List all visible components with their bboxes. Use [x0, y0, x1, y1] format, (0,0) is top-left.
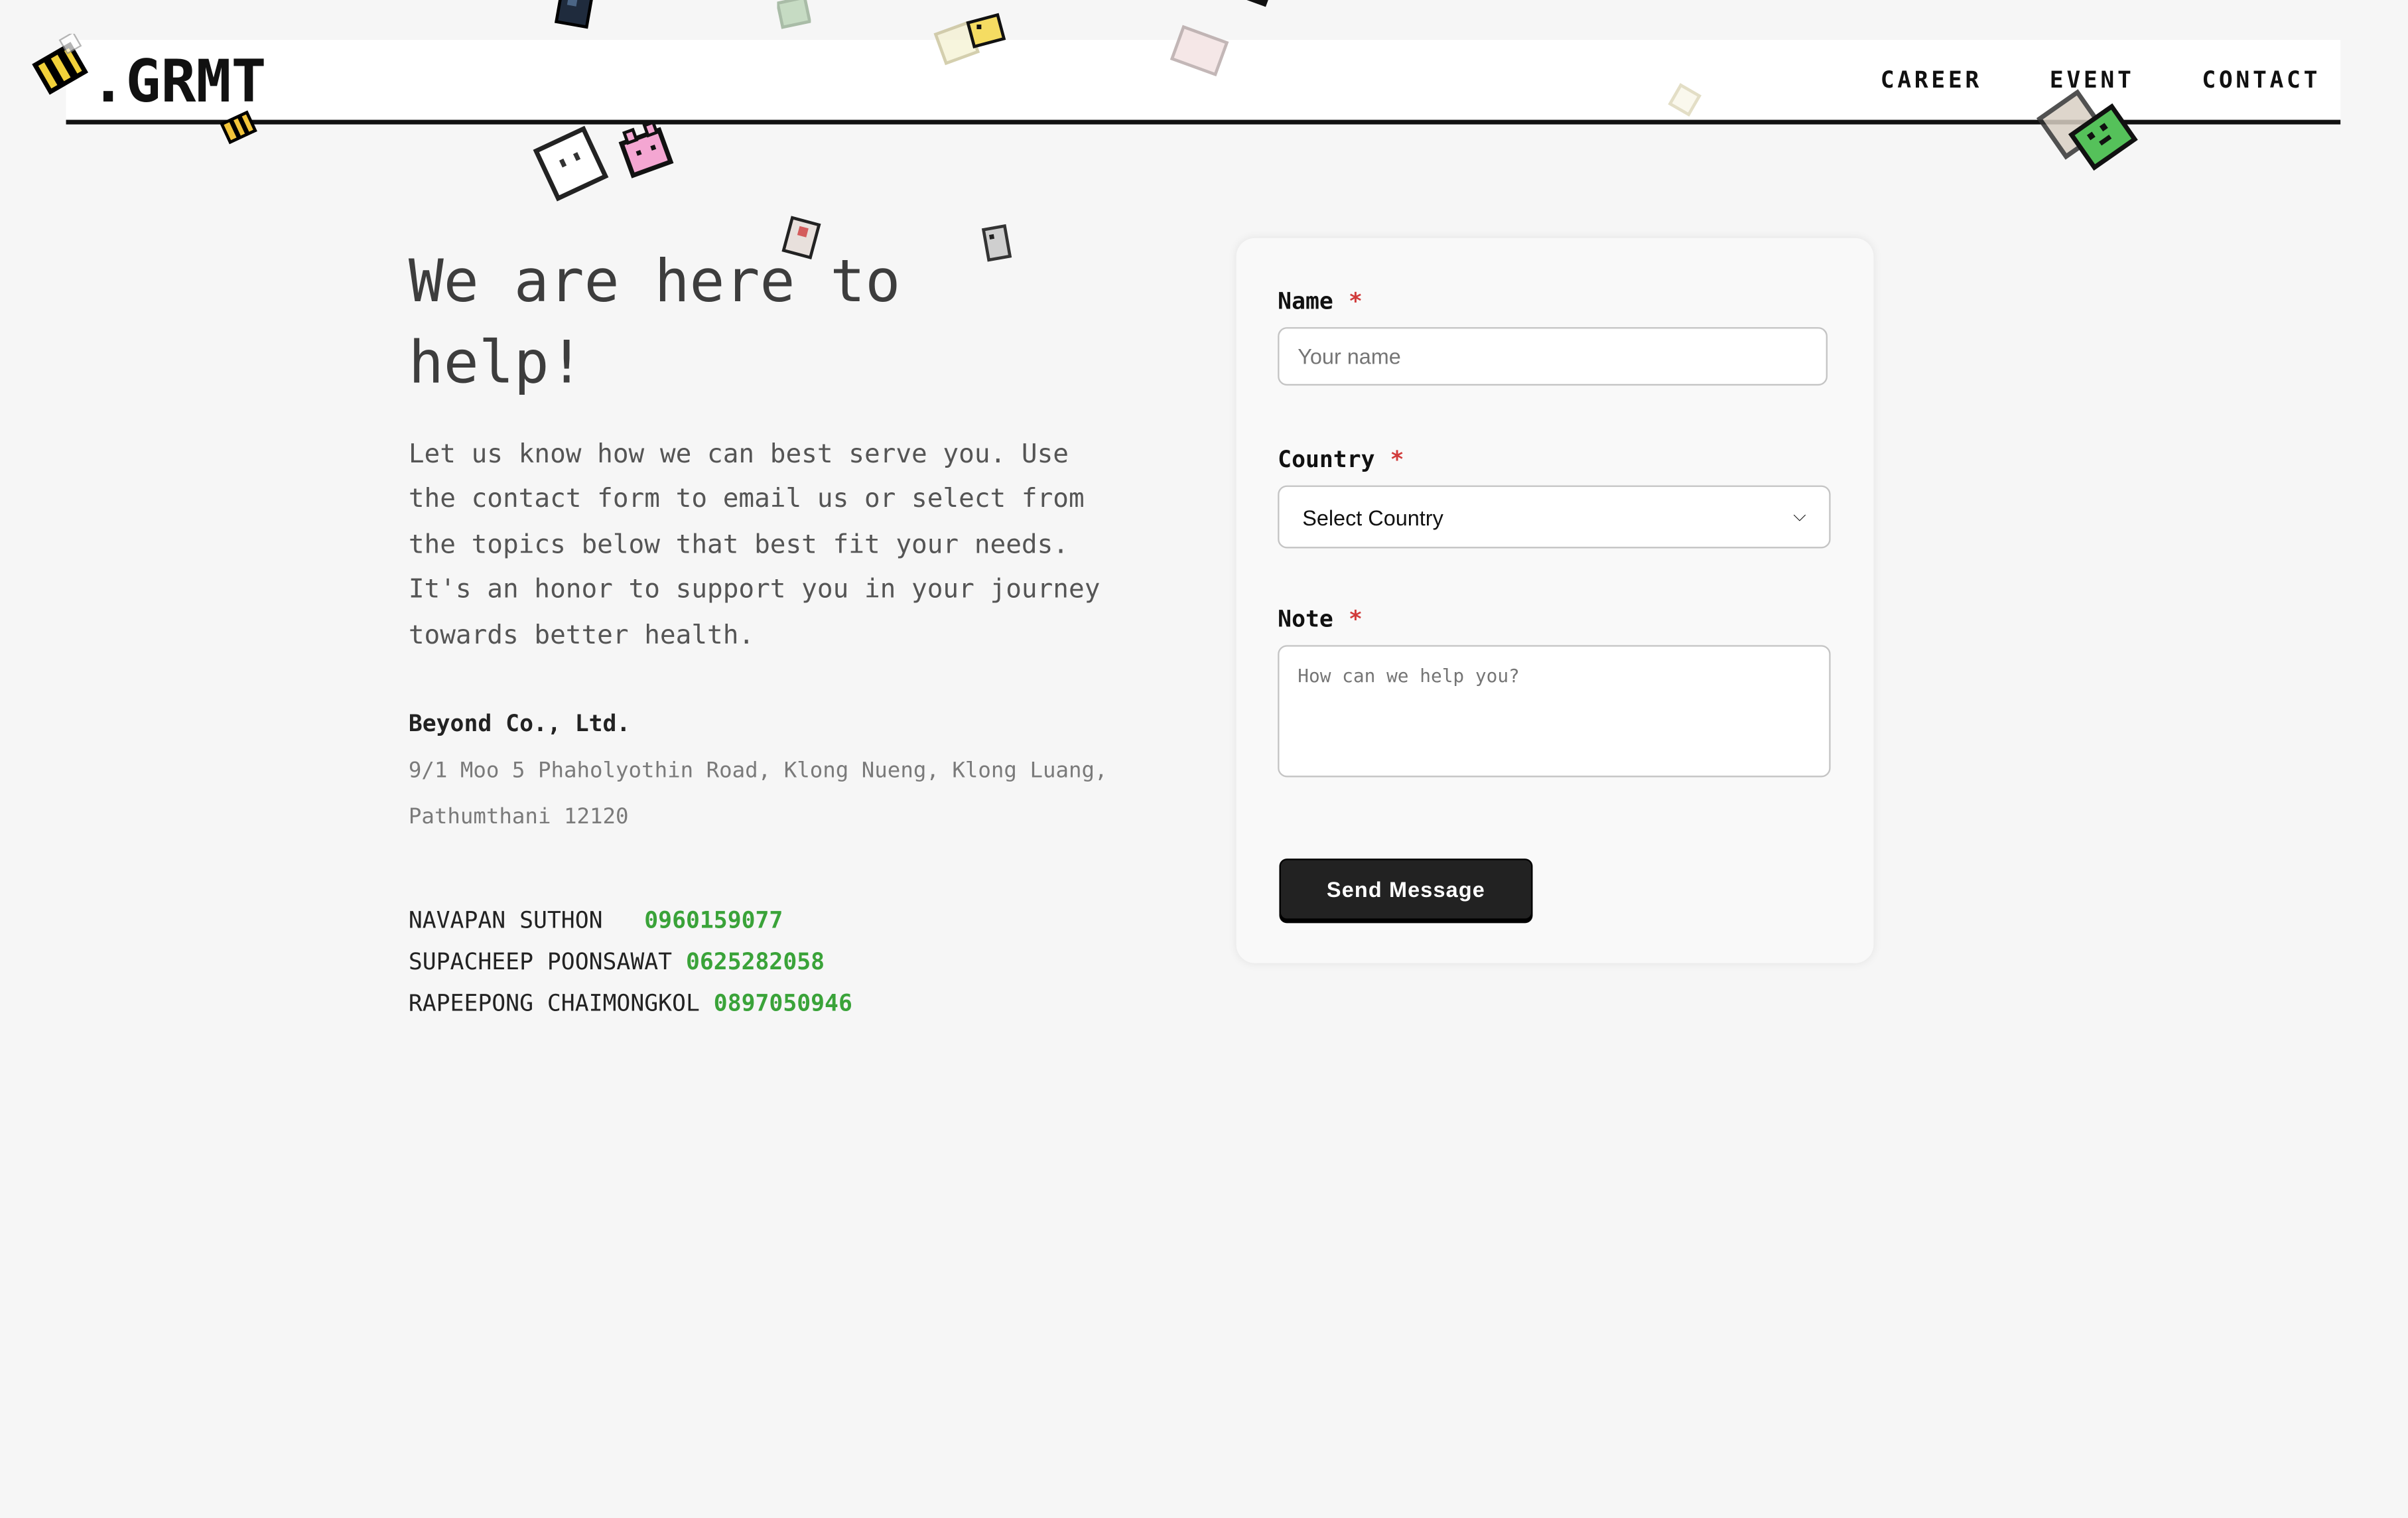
country-select[interactable]: Select Country ⌵ [1278, 485, 1831, 549]
note-label-text: Note [1278, 605, 1333, 633]
chevron-down-icon: ⌵ [1793, 506, 1806, 525]
country-label-text: Country [1278, 445, 1375, 474]
contact-phone-link[interactable]: 0897050946 [714, 989, 852, 1017]
faint-sprite-icon [1668, 83, 1702, 117]
contact-phone-link[interactable]: 0625282058 [686, 947, 825, 975]
black-sprite-icon [1245, 0, 1270, 7]
send-message-button[interactable]: Send Message [1279, 859, 1533, 920]
ghost-sprite-icon [533, 125, 609, 202]
country-selected-value: Select Country [1302, 504, 1443, 529]
contact-name: RAPEEPONG CHAIMONGKOL [408, 989, 700, 1017]
contact-name: NAVAPAN SUTHON [408, 906, 631, 934]
contact-row: SUPACHEEP POONSAWAT 0625282058 [409, 941, 852, 983]
required-asterisk: * [1348, 605, 1363, 633]
name-input[interactable] [1278, 327, 1828, 386]
required-asterisk: * [1348, 287, 1363, 315]
note-field-label: Note * [1278, 605, 1363, 633]
contact-form-card: Name * Country * Select Country ⌵ Note * Se… [1236, 238, 1874, 963]
required-asterisk: * [1390, 445, 1404, 474]
small-bee-sprite-icon [220, 110, 257, 145]
bee-sprite-icon [32, 33, 88, 95]
yellow-cat-sprite-icon [966, 13, 1006, 49]
page: .GRMT CAREER EVENT CONTACT We are here t… [0, 0, 2408, 1518]
contact-name: SUPACHEEP POONSAWAT [408, 947, 673, 976]
nav-contact-link[interactable]: CONTACT [2202, 66, 2320, 94]
intro-paragraph: Let us know how we can best serve you. U… [408, 439, 1101, 651]
pink-card-sprite-icon [1170, 25, 1229, 77]
page-title: We are here to help! [408, 247, 901, 397]
contact-row: NAVAPAN SUTHON 0960159077 [409, 900, 852, 942]
green-dino-sprite-icon [2036, 89, 2138, 171]
green-tile-sprite-icon [777, 0, 811, 29]
name-field-label: Name * [1278, 287, 1363, 315]
dark-sprite-icon [554, 0, 594, 29]
nav-career-link[interactable]: CAREER [1881, 66, 1982, 94]
contact-list: NAVAPAN SUTHON 0960159077 SUPACHEEP POON… [409, 900, 852, 1025]
company-address: 9/1 Moo 5 Phaholyothin Road, Klong Nueng… [408, 758, 1108, 829]
name-label-text: Name [1278, 287, 1333, 315]
company-name: Beyond Co., Ltd. [408, 709, 631, 738]
note-textarea[interactable] [1278, 645, 1831, 778]
contact-row: RAPEEPONG CHAIMONGKOL 0897050946 [409, 983, 852, 1025]
country-field-label: Country * [1278, 445, 1404, 473]
contact-phone-link[interactable]: 0960159077 [644, 906, 783, 934]
pink-pig-sprite-icon [618, 120, 674, 178]
